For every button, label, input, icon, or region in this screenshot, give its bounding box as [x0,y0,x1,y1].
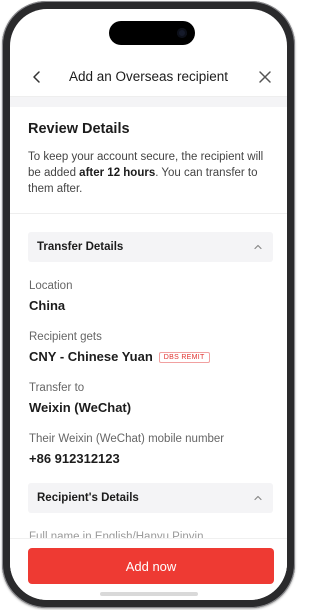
review-title: Review Details [28,121,130,137]
review-message: To keep your account secure, the recipie… [28,149,273,197]
recipient-details-title: Recipient's Details [37,492,139,504]
mobile-number-value: +86 912312123 [29,451,120,466]
home-indicator[interactable] [100,592,198,596]
review-message-bold: after 12 hours [79,167,156,179]
footer-bar: Add now [10,539,287,600]
back-arrow-icon[interactable] [29,69,45,85]
transfer-details-title: Transfer Details [37,241,124,253]
header-divider-strip [10,97,287,107]
page-title: Add an Overseas recipient [68,69,229,84]
chevron-up-icon [254,495,262,501]
review-section: Review Details To keep your account secu… [28,121,273,197]
camera-icon [177,28,187,38]
transfer-to-value: Weixin (WeChat) [29,400,132,415]
transfer-details-header[interactable]: Transfer Details [28,232,273,262]
dynamic-island [109,21,195,45]
app-header: Add an Overseas recipient [10,57,287,97]
dbs-remit-badge: DBS REMIT [158,352,210,363]
transfer-to-label: Transfer to [29,382,85,394]
screen: Add an Overseas recipient Review Details… [10,9,287,600]
add-now-button[interactable]: Add now [28,548,274,584]
location-label: Location [29,280,73,292]
recipient-gets-label: Recipient gets [29,331,102,343]
recipient-details-header[interactable]: Recipient's Details [28,483,273,513]
recipient-gets-row: CNY - Chinese Yuan DBS REMIT [29,349,210,364]
phone-frame: Add an Overseas recipient Review Details… [2,1,295,608]
recipient-gets-value: CNY - Chinese Yuan [29,349,153,364]
close-icon[interactable] [257,69,273,85]
chevron-up-icon [254,244,262,250]
divider [10,213,287,214]
mobile-number-label: Their Weixin (WeChat) mobile number [29,433,225,445]
location-value: China [29,298,66,313]
